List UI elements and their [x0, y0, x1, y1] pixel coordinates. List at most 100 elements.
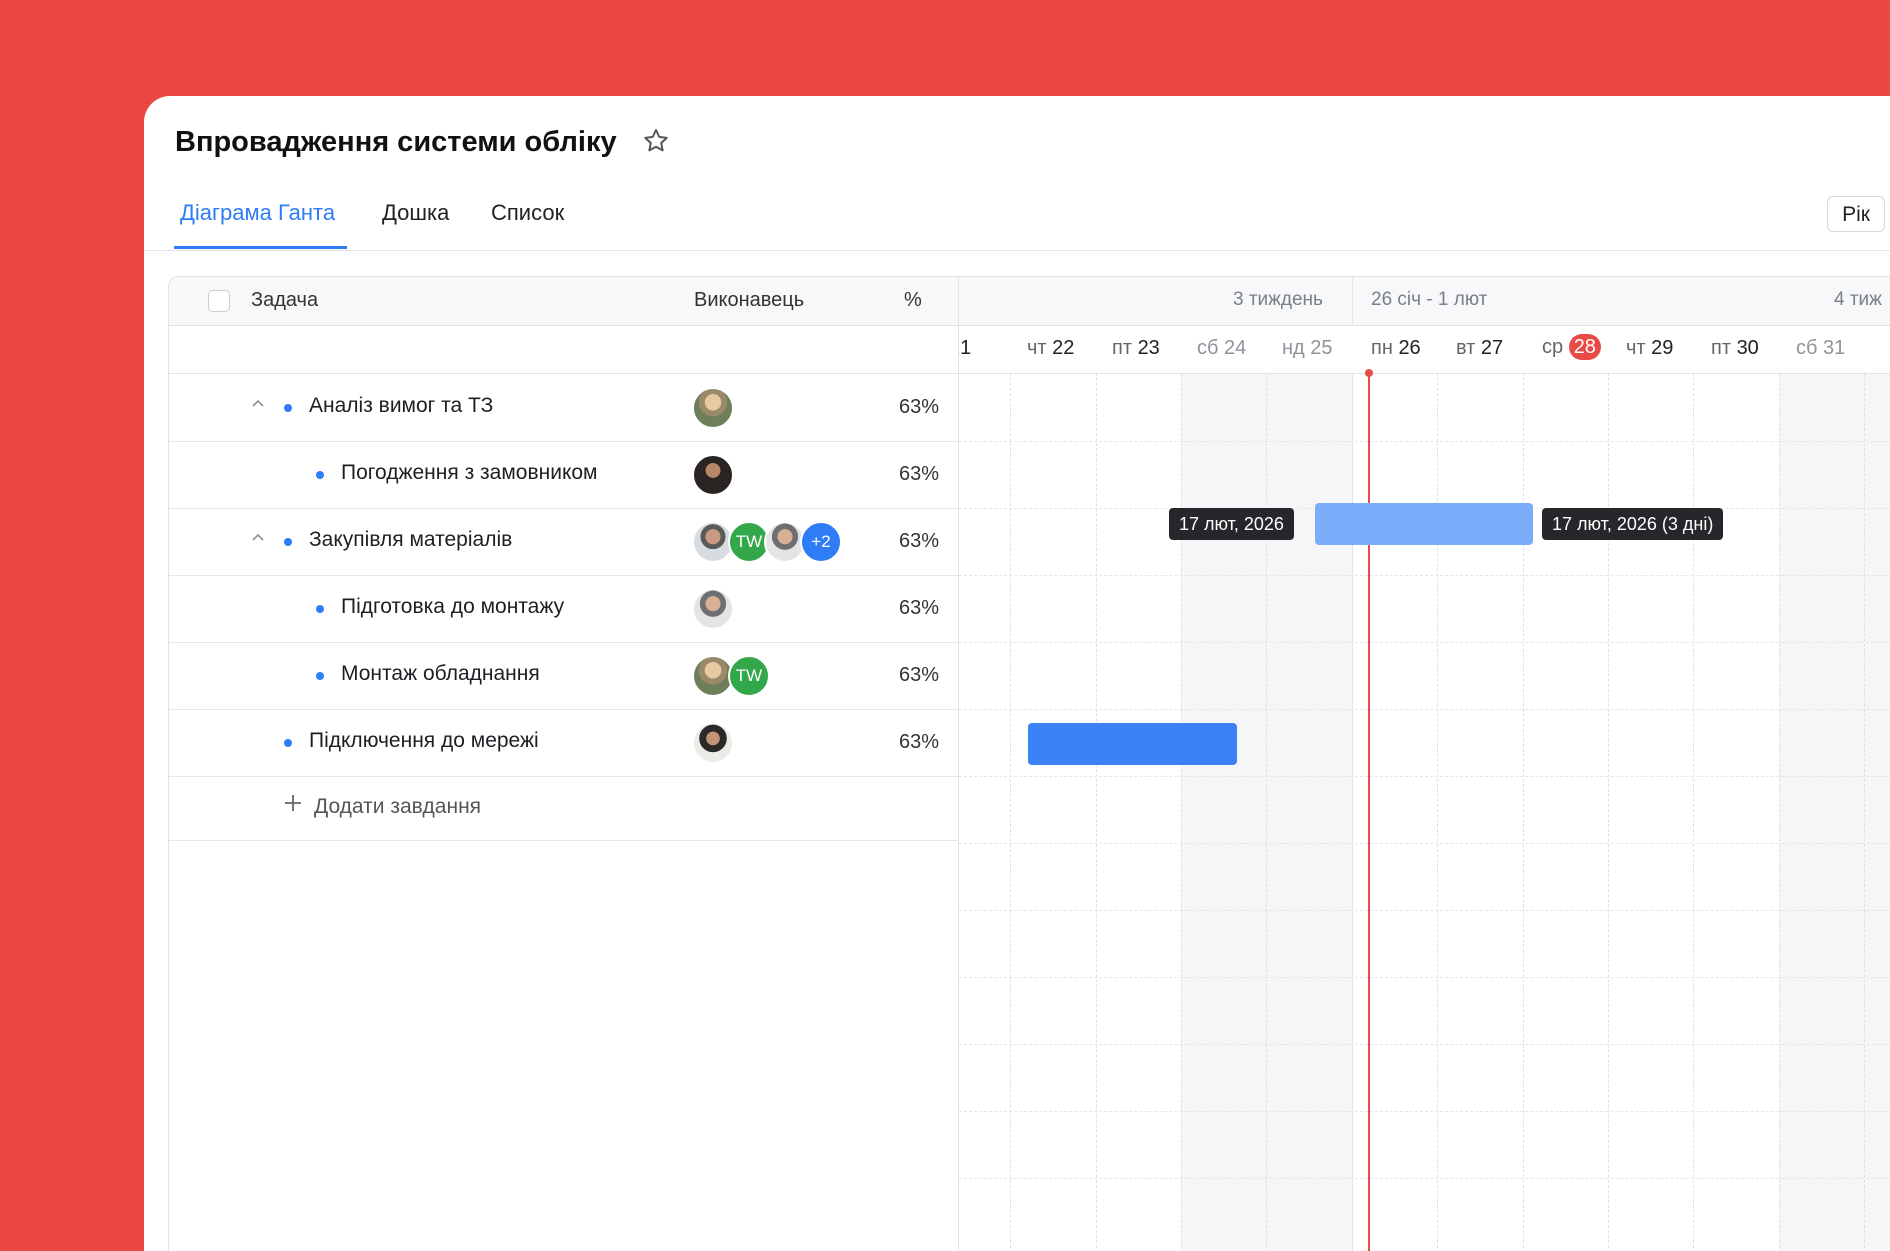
- day-name: нд: [1282, 337, 1305, 359]
- day-label: сб 24: [1197, 337, 1246, 360]
- active-tab-indicator: [174, 246, 347, 249]
- table-row[interactable]: Підключення до мережі 63%: [169, 709, 958, 777]
- day-label: пт 23: [1112, 337, 1160, 360]
- table-subheader: [169, 325, 958, 374]
- task-name[interactable]: Погодження з замовником: [341, 461, 597, 485]
- week-separator: [1352, 277, 1353, 325]
- task-name[interactable]: Аналіз вимог та ТЗ: [309, 394, 493, 418]
- task-name[interactable]: Підготовка до монтажу: [341, 595, 564, 619]
- avatar[interactable]: [692, 588, 734, 630]
- add-task-button[interactable]: Додати завдання: [314, 795, 481, 819]
- gantt-timeline: 3 тиждень 26 січ - 1 лют 4 тиж 21 чт 22 …: [959, 277, 1890, 1251]
- task-percent: 63%: [898, 731, 939, 753]
- year-view-button[interactable]: Рік: [1827, 196, 1885, 232]
- day-label: сб 31: [1796, 337, 1845, 360]
- plus-icon[interactable]: [283, 791, 303, 817]
- day-number: 22: [1052, 337, 1075, 359]
- weekend-shading: [1779, 373, 1890, 1251]
- add-task-row[interactable]: Додати завдання: [169, 773, 958, 841]
- table-row[interactable]: Погодження з замовником 63%: [169, 441, 958, 509]
- task-dot-icon: [316, 471, 324, 479]
- day-number: 27: [1480, 337, 1504, 359]
- grid-line: [959, 709, 1890, 710]
- task-table: Задача Виконавець % Аналіз вимог та ТЗ 6…: [169, 277, 959, 1251]
- header-assignee: Виконавець: [694, 289, 805, 311]
- star-icon[interactable]: [641, 126, 671, 156]
- bar-end-tooltip: 17 лют, 2026 (3 дні): [1542, 508, 1724, 540]
- collapse-chevron-icon[interactable]: [250, 396, 266, 412]
- grid-line: [959, 642, 1890, 643]
- day-name: пт: [1711, 337, 1731, 359]
- day-name: ср: [1542, 336, 1564, 358]
- day-header: 21 чт 22 пт 23 сб 24 нд 25 пн 26 вт 27 с…: [959, 325, 1890, 374]
- task-percent: 63%: [898, 463, 939, 485]
- grid-line: [1266, 373, 1267, 1251]
- avatar[interactable]: [692, 454, 734, 496]
- task-dot-icon: [284, 404, 292, 412]
- grid-line: [959, 776, 1890, 777]
- tab-board[interactable]: Дошка: [382, 200, 449, 226]
- tabs-divider: [144, 250, 1890, 251]
- day-label: чт 29: [1626, 337, 1673, 360]
- grid-line: [1181, 373, 1182, 1251]
- grid-line: [959, 977, 1890, 978]
- table-row[interactable]: Аналіз вимог та ТЗ 63%: [169, 374, 958, 442]
- grid-line: [959, 1044, 1890, 1045]
- day-label: 21: [959, 337, 971, 360]
- task-percent: 63%: [898, 530, 939, 552]
- gantt-panel: Задача Виконавець % Аналіз вимог та ТЗ 6…: [168, 276, 1890, 1251]
- day-number: 29: [1651, 337, 1674, 359]
- task-name[interactable]: Підключення до мережі: [309, 729, 539, 753]
- task-name[interactable]: Закупівля матеріалів: [309, 528, 512, 552]
- task-dot-icon: [316, 605, 324, 613]
- day-label: вт 27: [1456, 337, 1503, 360]
- today-badge: 28: [1568, 334, 1601, 360]
- task-name[interactable]: Монтаж обладнання: [341, 662, 540, 686]
- task-dot-icon: [316, 672, 324, 680]
- week-label: 3 тиждень: [1233, 289, 1323, 310]
- today-marker: [1365, 369, 1373, 377]
- task-bar[interactable]: [1315, 503, 1533, 545]
- day-name: чт: [1626, 337, 1646, 359]
- grid-line: [959, 441, 1890, 442]
- day-name: пт: [1112, 337, 1132, 359]
- day-label: пт 30: [1711, 337, 1759, 360]
- grid-line: [1608, 373, 1609, 1251]
- grid-line: [959, 910, 1890, 911]
- app-window: Впровадження системи обліку Діаграма Ган…: [144, 96, 1890, 1251]
- table-row[interactable]: Монтаж обладнання TW 63%: [169, 642, 958, 710]
- day-name: сб: [1197, 337, 1219, 359]
- grid-line: [959, 843, 1890, 844]
- day-number: 26: [1398, 337, 1421, 359]
- grid-line: [1864, 373, 1865, 1251]
- tab-gantt[interactable]: Діаграма Ганта: [180, 200, 335, 226]
- grid-line: [1693, 373, 1694, 1251]
- avatar[interactable]: [692, 387, 734, 429]
- day-number: 24: [1224, 337, 1247, 359]
- avatar[interactable]: [692, 722, 734, 764]
- day-number: 23: [1137, 337, 1160, 359]
- week-label: 26 січ - 1 лют: [1371, 289, 1488, 310]
- day-label: чт 22: [1027, 337, 1074, 360]
- grid-line: [1010, 373, 1011, 1251]
- tab-list[interactable]: Список: [491, 200, 564, 226]
- day-label-today: ср 28: [1542, 334, 1601, 360]
- table-row[interactable]: Закупівля матеріалів TW +2 63%: [169, 508, 958, 576]
- header-task: Задача: [251, 289, 319, 311]
- avatar-more-count[interactable]: +2: [800, 521, 842, 563]
- page-title: Впровадження системи обліку: [175, 126, 617, 158]
- task-bar[interactable]: [1028, 723, 1237, 765]
- select-all-checkbox[interactable]: [208, 290, 230, 312]
- day-number: 25: [1310, 337, 1333, 359]
- day-name: вт: [1456, 337, 1476, 359]
- task-percent: 63%: [898, 396, 939, 418]
- task-percent: 63%: [898, 664, 939, 686]
- collapse-chevron-icon[interactable]: [250, 530, 266, 546]
- day-name: чт: [1027, 337, 1047, 359]
- day-label: пн 26: [1371, 337, 1421, 360]
- task-dot-icon: [284, 538, 292, 546]
- avatar-initials[interactable]: TW: [728, 655, 770, 697]
- day-label: нд 25: [1282, 337, 1333, 360]
- table-header: Задача Виконавець %: [169, 277, 958, 326]
- table-row[interactable]: Підготовка до монтажу 63%: [169, 575, 958, 643]
